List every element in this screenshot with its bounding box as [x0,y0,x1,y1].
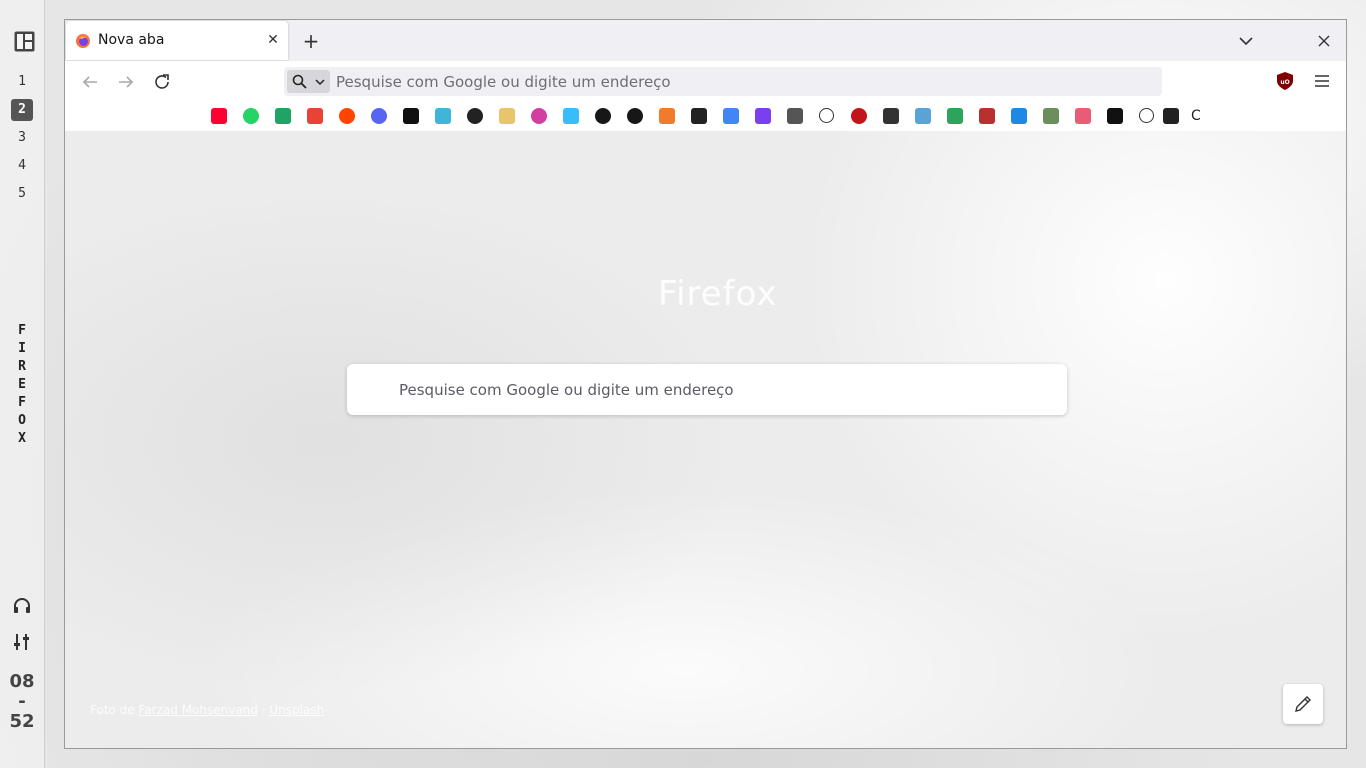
navigation-toolbar: uO [65,61,1346,101]
svg-text:uO: uO [1280,79,1289,86]
whatsapp-icon[interactable] [243,108,259,124]
title-letter: O [18,413,26,428]
c-logo-icon[interactable] [1011,108,1027,124]
bookmark-text-item[interactable]: C [1191,108,1201,124]
bookmark-r-icon[interactable] [403,108,419,124]
browser-window: Nova aba ✕ + Pesquise com Google ou digi… [64,19,1347,749]
hamburger-menu-icon[interactable] [1313,73,1331,89]
newtab-search-input[interactable] [399,364,1039,415]
sliders-icon[interactable] [12,632,32,652]
layout-grid-icon[interactable] [14,31,35,52]
new-tab-button[interactable]: + [301,31,321,51]
close-tab-button[interactable]: ✕ [264,31,282,49]
c-terminal-icon[interactable] [883,108,899,124]
p-logo-icon[interactable] [755,108,771,124]
tab-strip: Nova aba ✕ + [65,20,1346,61]
avatar-icon[interactable] [1043,108,1059,124]
shield-crest-icon[interactable] [979,108,995,124]
close-window-icon[interactable] [1315,32,1333,50]
credit-source-link[interactable]: Unsplash [269,703,324,717]
credit-prefix: Foto de [90,703,135,717]
mascot-icon[interactable] [499,108,515,124]
rust-icon[interactable] [467,108,483,124]
notion-icon[interactable] [1107,108,1123,124]
bookmarks-toolbar: C [65,101,1346,131]
gh-circle-icon[interactable] [851,108,867,124]
ublock-origin-icon[interactable]: uO [1277,72,1293,90]
github-icon[interactable] [595,108,611,124]
youtube-icon[interactable] [211,108,227,124]
wallpaper-credit: Foto de Farzad Mohsenvand · Unsplash [90,703,324,717]
clock-minutes: 52 [9,711,35,732]
newtab-search-box[interactable] [347,364,1067,415]
chevron-down-icon[interactable] [1237,32,1255,50]
window-title-vertical: F I R E F O X [14,322,30,448]
title-letter: R [18,359,26,374]
left-panel: 1 2 3 4 5 F I R E F O X 08 - 52 [0,0,45,768]
search-icon [292,74,307,89]
firefox-icon [76,34,90,48]
workspace-1[interactable]: 1 [11,71,33,93]
search-engine-button[interactable] [287,70,330,93]
tab-title: Nova aba [98,32,165,48]
clock: 08 - 52 [4,672,40,732]
globe-icon-2[interactable] [1139,108,1154,123]
discord-icon[interactable] [371,108,387,124]
url-input[interactable] [336,67,1136,96]
tailwind-icon[interactable] [563,108,579,124]
diamond-icon[interactable] [435,108,451,124]
workspace-4[interactable]: 4 [11,155,33,177]
pencil-icon [1295,696,1311,712]
title-letter: E [18,377,26,392]
notebook-icon-2[interactable] [1163,108,1179,124]
github-icon-2[interactable] [627,108,643,124]
customize-button[interactable] [1283,684,1323,724]
workspace-2[interactable]: 2 [11,99,33,121]
clock-separator: - [18,691,26,712]
google-translate-icon[interactable] [723,108,739,124]
url-bar[interactable] [284,67,1162,96]
workspace-5[interactable]: 5 [11,183,33,205]
firefox-wordmark: Firefox [658,274,778,314]
clock-hours: 08 [9,671,35,692]
title-letter: I [18,341,26,356]
reload-icon[interactable] [153,73,171,91]
title-letter: F [18,395,26,410]
notebook-icon[interactable] [691,108,707,124]
forward-arrow-icon[interactable] [117,73,135,91]
reddit-icon[interactable] [339,108,355,124]
title-letter: X [18,431,26,446]
layers-icon[interactable] [947,108,963,124]
globe-icon[interactable] [819,108,834,123]
chevron-down-icon [315,79,325,86]
credit-author-link[interactable]: Farzad Mohsenvand [139,703,258,717]
workspace-3[interactable]: 3 [11,127,33,149]
title-letter: F [18,323,26,338]
rs-icon[interactable] [787,108,803,124]
google-drive-icon[interactable] [275,108,291,124]
headphones-icon[interactable] [12,596,32,616]
back-arrow-icon[interactable] [81,73,99,91]
map-pin-icon[interactable] [915,108,931,124]
crab-icon[interactable] [659,108,675,124]
gmail-icon[interactable] [307,108,323,124]
tab-nova-aba[interactable]: Nova aba ✕ [66,21,288,60]
react-icon[interactable] [531,108,547,124]
puzzle-icon[interactable] [1075,108,1091,124]
